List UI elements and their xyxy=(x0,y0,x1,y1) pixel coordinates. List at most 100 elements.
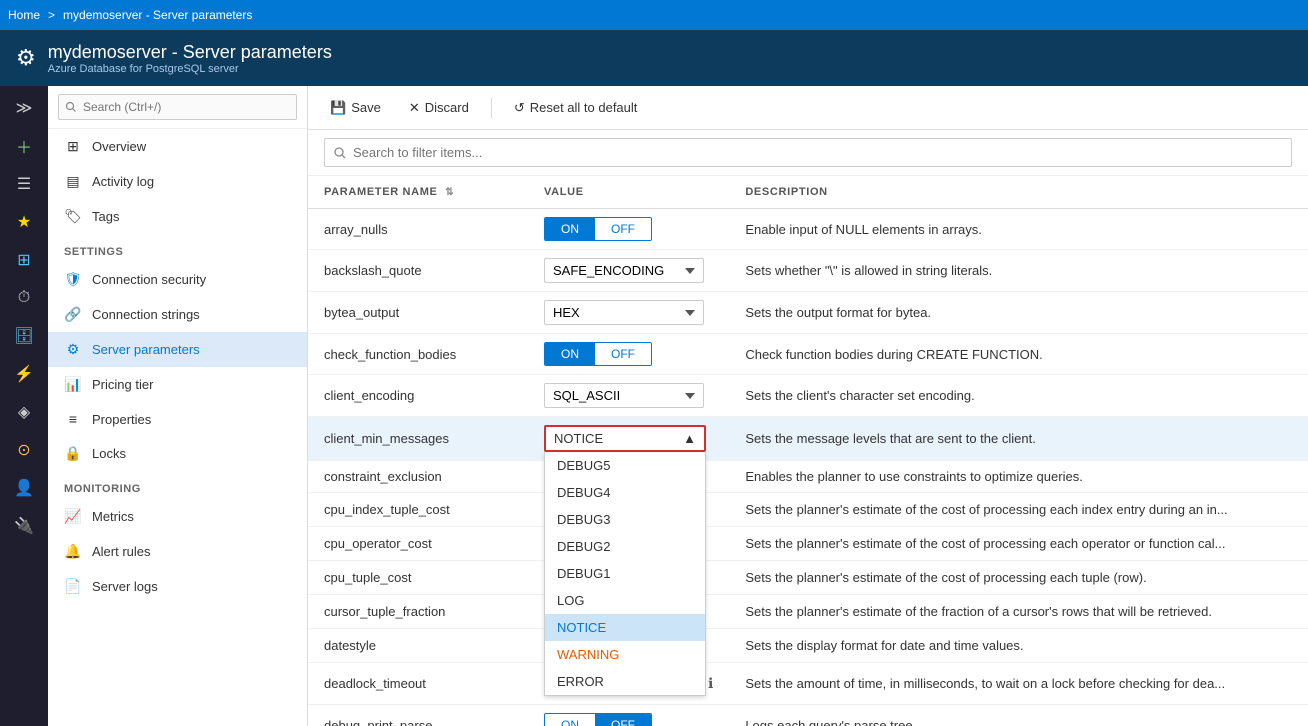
sidebar-item-locks[interactable]: 🔒 Locks xyxy=(48,436,307,471)
sidebar-item-overview[interactable]: ⊞ Overview xyxy=(48,129,307,164)
table-row: debug_print_parseONOFFLogs each query's … xyxy=(308,705,1308,726)
toggle-group: ONOFF xyxy=(544,342,652,366)
param-name-cell: cpu_operator_cost xyxy=(308,527,528,561)
param-value-cell: ONOFF xyxy=(528,334,729,375)
col-header-value: VALUE xyxy=(528,176,729,209)
col-header-name: PARAMETER NAME ⇅ xyxy=(308,176,528,209)
circle-icon[interactable]: ⊙ xyxy=(4,432,44,468)
toolbar: 💾 Save ✕ Discard ↺ Reset all to default xyxy=(308,86,1308,130)
server-logs-icon: 📄 xyxy=(64,578,82,595)
properties-icon: ≡ xyxy=(64,411,82,427)
server-parameters-icon: ⚙ xyxy=(64,341,82,358)
search-input[interactable] xyxy=(324,138,1292,167)
table-row: client_min_messagesNOTICE▲DEBUG5DEBUG4DE… xyxy=(308,417,1308,461)
param-description-cell: Check function bodies during CREATE FUNC… xyxy=(729,334,1308,375)
save-button[interactable]: 💾 Save xyxy=(324,96,387,120)
param-name-cell: datestyle xyxy=(308,629,528,663)
toggle-off-button[interactable]: OFF xyxy=(595,218,651,240)
breadcrumb-home[interactable]: Home xyxy=(8,8,40,22)
toggle-on-button[interactable]: ON xyxy=(545,218,595,240)
table-row: deadlock_timeout ℹ Sets the amount of time… xyxy=(308,663,1308,705)
param-name-cell: bytea_output xyxy=(308,292,528,334)
dashboard-icon[interactable]: ⊞ xyxy=(4,242,44,278)
dropdown-option[interactable]: ERROR xyxy=(545,668,705,695)
breadcrumb-current: mydemoserver - Server parameters xyxy=(63,8,252,22)
info-icon: ℹ xyxy=(708,675,713,692)
sidebar-item-server-parameters[interactable]: ⚙ Server parameters xyxy=(48,332,307,367)
sidebar-search-input[interactable] xyxy=(58,94,297,120)
sidebar-item-tags[interactable]: 🏷 Tags xyxy=(48,199,307,234)
table-row: cpu_index_tuple_costℹSets the planner's … xyxy=(308,493,1308,527)
locks-icon: 🔒 xyxy=(64,445,82,462)
add-icon[interactable]: ＋ xyxy=(4,128,44,164)
dropdown-option[interactable]: WARNING xyxy=(545,641,705,668)
param-description-cell: Enables the planner to use constraints t… xyxy=(729,461,1308,493)
dropdown-option[interactable]: NOTICE xyxy=(545,614,705,641)
alert-rules-icon: 🔔 xyxy=(64,543,82,560)
favorites-icon[interactable]: ★ xyxy=(4,204,44,240)
user-icon[interactable]: 👤 xyxy=(4,470,44,506)
param-select[interactable]: HEXESCAPE xyxy=(544,300,704,325)
table-row: bytea_outputHEXESCAPESets the output for… xyxy=(308,292,1308,334)
toggle-off-button[interactable]: OFF xyxy=(595,343,651,365)
param-name-cell: constraint_exclusion xyxy=(308,461,528,493)
dropdown-option[interactable]: DEBUG2 xyxy=(545,533,705,560)
sidebar-item-alert-rules[interactable]: 🔔 Alert rules xyxy=(48,534,307,569)
param-name-cell: cpu_tuple_cost xyxy=(308,561,528,595)
param-select[interactable]: SQL_ASCIIUTF8LATIN1 xyxy=(544,383,704,408)
activity-log-icon: ▤ xyxy=(64,173,82,190)
sidebar-item-activity-log[interactable]: ▤ Activity log xyxy=(48,164,307,199)
dropdown-option[interactable]: DEBUG4 xyxy=(545,479,705,506)
monitoring-section-label: MONITORING xyxy=(48,471,307,499)
expand-icon[interactable]: ≫ xyxy=(4,90,44,126)
param-name-cell: deadlock_timeout xyxy=(308,663,528,705)
menu-icon[interactable]: ☰ xyxy=(4,166,44,202)
dropdown-trigger[interactable]: NOTICE▲ xyxy=(544,425,706,452)
dropdown-option[interactable]: LOG xyxy=(545,587,705,614)
col-header-description: DESCRIPTION xyxy=(729,176,1308,209)
left-nav-icons: ≫ ＋ ☰ ★ ⊞ ⏱ 🗄 ⚡ ◈ ⊙ 👤 🔌 xyxy=(0,86,48,726)
toggle-on-button[interactable]: ON xyxy=(545,343,595,365)
sidebar-item-pricing-tier[interactable]: 📊 Pricing tier xyxy=(48,367,307,402)
sidebar-item-label: Alert rules xyxy=(92,544,151,559)
sidebar-item-properties[interactable]: ≡ Properties xyxy=(48,402,307,436)
shape-icon[interactable]: ◈ xyxy=(4,394,44,430)
dropdown-option[interactable]: DEBUG5 xyxy=(545,452,705,479)
reset-button[interactable]: ↺ Reset all to default xyxy=(508,96,644,120)
sidebar-item-label: Connection strings xyxy=(92,307,200,322)
flash-icon[interactable]: ⚡ xyxy=(4,356,44,392)
param-description-cell: Sets the amount of time, in milliseconds… xyxy=(729,663,1308,705)
table-row: constraint_exclusion Enables the planner … xyxy=(308,461,1308,493)
discard-button[interactable]: ✕ Discard xyxy=(403,96,475,120)
sidebar-item-label: Metrics xyxy=(92,509,134,524)
dropdown-option[interactable]: DEBUG3 xyxy=(545,506,705,533)
param-name-cell: client_min_messages xyxy=(308,417,528,461)
main-content: 💾 Save ✕ Discard ↺ Reset all to default xyxy=(308,86,1308,726)
toggle-off-button[interactable]: OFF xyxy=(595,714,651,726)
sidebar-item-server-logs[interactable]: 📄 Server logs xyxy=(48,569,307,604)
param-name-cell: cursor_tuple_fraction xyxy=(308,595,528,629)
param-select[interactable]: SAFE_ENCODINGONOFF xyxy=(544,258,704,283)
table-row: cpu_operator_costℹSets the planner's est… xyxy=(308,527,1308,561)
recent-icon[interactable]: ⏱ xyxy=(4,280,44,316)
reset-icon: ↺ xyxy=(514,100,525,116)
sidebar-item-label: Locks xyxy=(92,446,126,461)
dropdown-option[interactable]: DEBUG1 xyxy=(545,560,705,587)
save-icon: 💾 xyxy=(330,100,346,116)
sidebar-item-connection-security[interactable]: 🛡 Connection security xyxy=(48,262,307,297)
param-value-cell: HEXESCAPE xyxy=(528,292,729,334)
sidebar-item-label: Server logs xyxy=(92,579,158,594)
table-row: cpu_tuple_costℹSets the planner's estima… xyxy=(308,561,1308,595)
sidebar-item-connection-strings[interactable]: 🔗 Connection strings xyxy=(48,297,307,332)
data-icon[interactable]: 🗄 xyxy=(4,318,44,354)
toggle-on-button[interactable]: ON xyxy=(545,714,595,726)
param-description-cell: Logs each query's parse tree. xyxy=(729,705,1308,726)
plugin-icon[interactable]: 🔌 xyxy=(4,508,44,544)
overview-icon: ⊞ xyxy=(64,138,82,155)
sidebar: ⊞ Overview ▤ Activity log 🏷 Tags SETTING… xyxy=(48,86,308,726)
param-description-cell: Sets whether "\" is allowed in string li… xyxy=(729,250,1308,292)
connection-strings-icon: 🔗 xyxy=(64,306,82,323)
param-name-cell: backslash_quote xyxy=(308,250,528,292)
sidebar-item-metrics[interactable]: 📈 Metrics xyxy=(48,499,307,534)
sort-icon[interactable]: ⇅ xyxy=(445,187,454,198)
